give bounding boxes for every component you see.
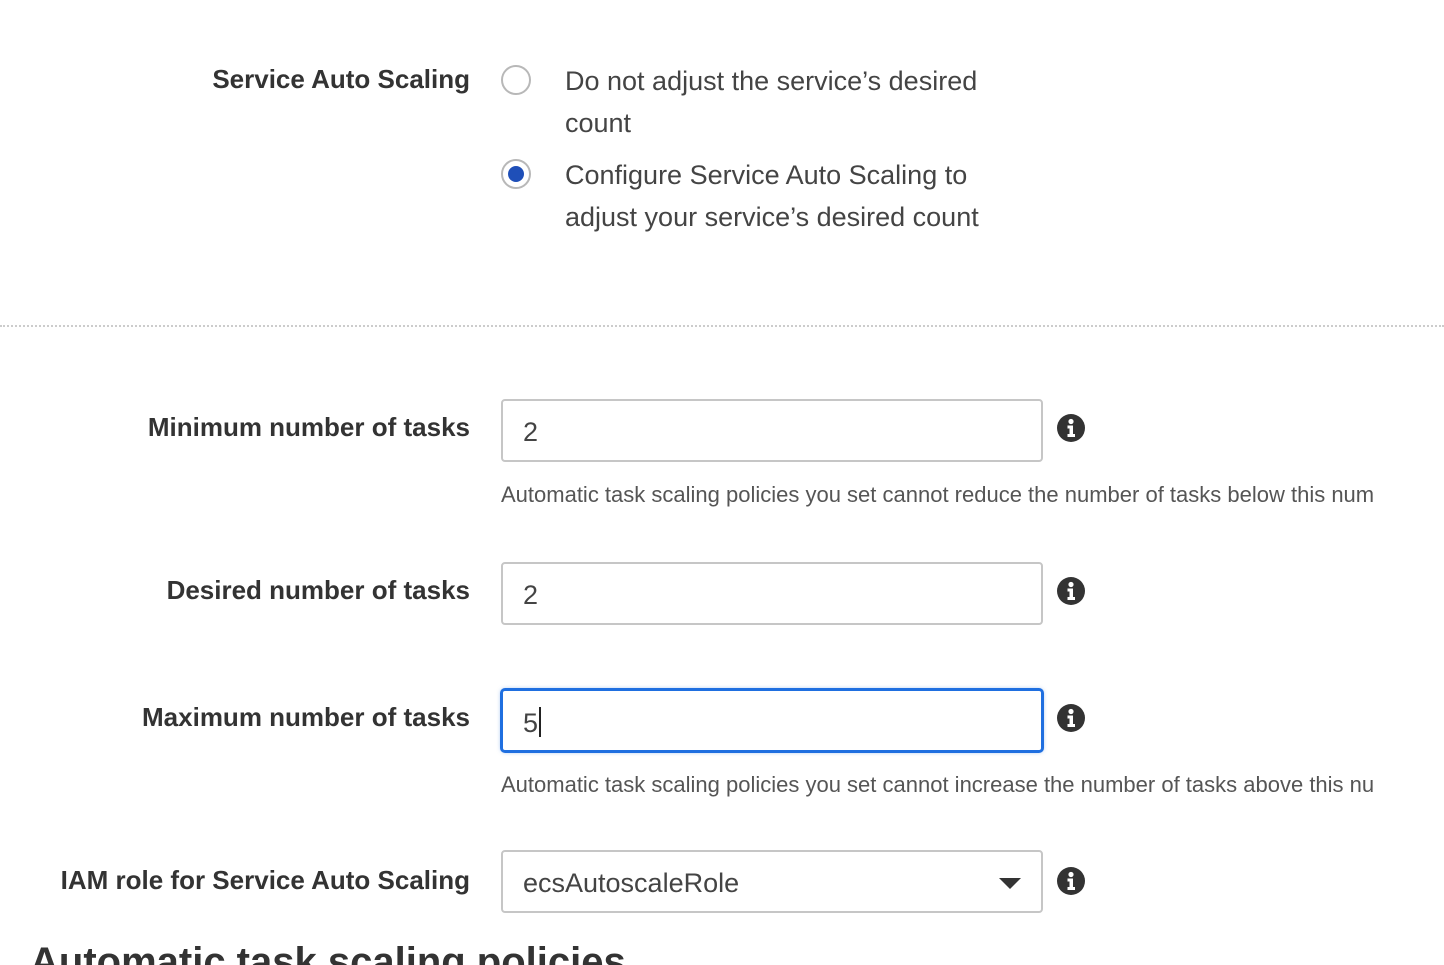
iam-role-value: ecsAutoscaleRole xyxy=(523,868,740,898)
radio-configure-auto-scaling-label[interactable]: Configure Service Auto Scaling to adjust… xyxy=(565,154,1025,238)
iam-role-select[interactable]: ecsAutoscaleRole xyxy=(501,850,1043,913)
chevron-down-icon xyxy=(999,878,1021,889)
min-tasks-help-text: Automatic task scaling policies you set … xyxy=(501,482,1375,507)
iam-role-label: IAM role for Service Auto Scaling xyxy=(60,865,470,895)
desired-tasks-input[interactable]: 2 xyxy=(501,562,1043,625)
section-divider xyxy=(0,325,1444,327)
info-icon[interactable] xyxy=(1057,414,1085,442)
min-tasks-input[interactable]: 2 xyxy=(501,399,1043,462)
desired-tasks-label: Desired number of tasks xyxy=(166,575,470,605)
section-heading-scaling-policies: Automatic task scaling policies xyxy=(30,940,626,965)
service-auto-scaling-label: Service Auto Scaling xyxy=(212,64,470,94)
radio-do-not-adjust-label[interactable]: Do not adjust the service’s desired coun… xyxy=(565,60,1025,144)
min-tasks-value: 2 xyxy=(523,417,539,447)
min-tasks-label: Minimum number of tasks xyxy=(147,412,470,442)
info-icon[interactable] xyxy=(1057,577,1085,605)
service-auto-scaling-form: Service Auto Scaling Do not adjust the s… xyxy=(0,0,1444,965)
radio-do-not-adjust[interactable] xyxy=(501,65,531,95)
radio-configure-auto-scaling[interactable] xyxy=(501,159,531,189)
max-tasks-value-text: 5 xyxy=(523,708,539,738)
max-tasks-help-text: Automatic task scaling policies you set … xyxy=(501,772,1375,797)
desired-tasks-value: 2 xyxy=(523,580,539,610)
max-tasks-input[interactable]: 5 xyxy=(501,689,1043,752)
text-caret xyxy=(539,707,542,737)
info-icon[interactable] xyxy=(1057,704,1085,732)
max-tasks-value: 5 xyxy=(523,707,542,739)
info-icon[interactable] xyxy=(1057,867,1085,895)
max-tasks-label: Maximum number of tasks xyxy=(142,702,470,732)
